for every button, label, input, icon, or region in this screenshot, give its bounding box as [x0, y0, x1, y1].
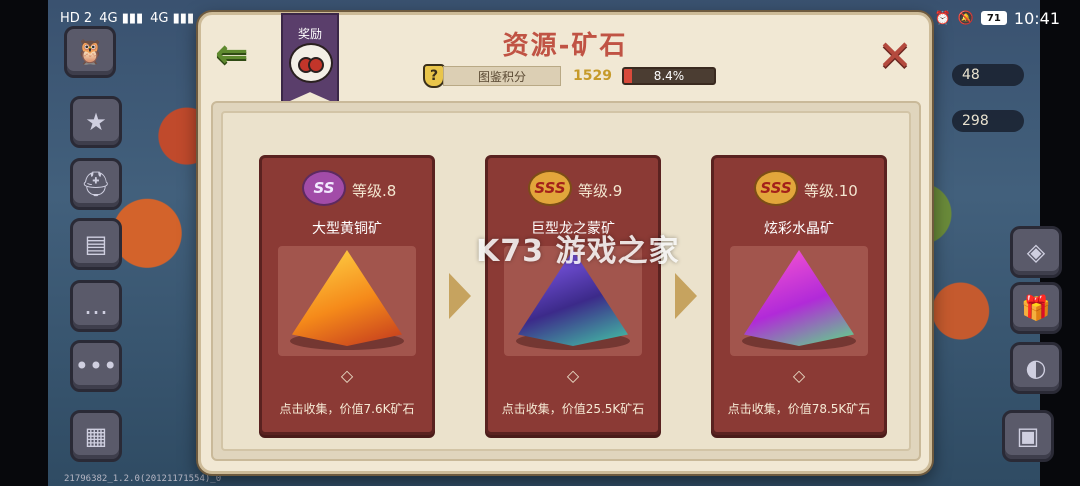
build-id: 21796382_1.2.0(20121171554)_0	[64, 474, 222, 484]
ore-level: 等级.8	[352, 182, 397, 200]
book-button[interactable]: ▤	[70, 218, 122, 270]
help-icon[interactable]: ?	[423, 64, 445, 88]
score-value: 1529	[573, 68, 612, 84]
ore-name: 大型黄铜矿	[312, 221, 382, 237]
helmet-button[interactable]: ⛑	[70, 158, 122, 210]
star-icon: ★	[85, 108, 107, 136]
watermark: K73 游戏之家	[476, 234, 680, 269]
owl-icon: 🦉	[75, 38, 105, 66]
left-letterbox	[0, 0, 48, 486]
ore-card-1[interactable]: SS 等级.8 大型黄铜矿 ◇ 点击收集，价值7.6K矿石	[259, 155, 435, 435]
rune-button[interactable]: ◈	[1010, 226, 1062, 278]
dialog-title: 资源-矿石	[502, 31, 628, 61]
collect-icon: ◇	[340, 366, 354, 385]
signal-icon-2: 4G ▮▮▮	[150, 10, 195, 26]
mute-icon: 🔕	[957, 10, 974, 26]
ore-name: 炫彩水晶矿	[764, 221, 834, 237]
resource-counter-1: 48	[952, 64, 1024, 86]
resource-counter-2: 298	[952, 110, 1024, 132]
crystal-ore-icon	[744, 250, 854, 346]
ore-level: 等级.10	[804, 182, 858, 200]
collection-score-bar: ? 图鉴积分 1529 8.4%	[423, 64, 723, 88]
collect-icon: ◇	[566, 366, 580, 385]
rune-icon: ◈	[1026, 238, 1046, 266]
ore-level: 等级.9	[578, 182, 623, 200]
owl-menu-button[interactable]: 🦉	[64, 26, 116, 78]
chat-button[interactable]: …	[70, 280, 122, 332]
book-icon: ▤	[84, 230, 108, 258]
ore-art	[278, 246, 416, 356]
chest-button[interactable]: ▣	[1002, 410, 1054, 462]
star-button[interactable]: ★	[70, 96, 122, 148]
ore-description: 点击收集，价值7.6K矿石	[279, 402, 415, 416]
score-progress-bar: 8.4%	[621, 67, 716, 85]
alarm-icon: ⏰	[934, 10, 951, 26]
ore-description: 点击收集，价值25.5K矿石	[501, 402, 645, 416]
grade-badge: SSS	[754, 170, 798, 206]
hd-indicator: HD 2	[60, 10, 93, 26]
map-button[interactable]: ▦	[70, 410, 122, 462]
grade-badge: SSS	[528, 170, 572, 206]
collect-icon: ◇	[792, 366, 806, 385]
ore-art	[730, 246, 868, 356]
egg-button[interactable]: ◐	[1010, 342, 1062, 394]
score-label: 图鉴积分	[477, 69, 526, 84]
clock: 10:41	[1013, 8, 1060, 28]
more-button[interactable]: •••	[70, 340, 122, 392]
gift-icon: 🎁	[1021, 294, 1051, 322]
score-progress-text: 8.4%	[653, 69, 685, 83]
status-right: ◉ ⏰ 🔕 71 10:41	[916, 9, 1060, 28]
chat-icon: …	[84, 292, 108, 320]
gift-button[interactable]: 🎁	[1010, 282, 1062, 334]
chest-icon: ▣	[1016, 422, 1040, 450]
score-label-box: 图鉴积分	[443, 66, 561, 86]
helmet-icon: ⛑	[80, 170, 112, 198]
map-icon: ▦	[84, 422, 108, 450]
egg-icon: ◐	[1025, 354, 1047, 382]
signal-icon-1: 4G ▮▮▮	[99, 10, 144, 26]
ore-panel: SS 等级.8 大型黄铜矿 ◇ 点击收集，价值7.6K矿石 SSS 等级.9 巨…	[211, 101, 921, 461]
ore-card-2[interactable]: SSS 等级.9 巨型龙之蒙矿 ◇ 点击收集，价值25.5K矿石	[485, 155, 661, 435]
ore-card-3[interactable]: SSS 等级.10 炫彩水晶矿 ◇ 点击收集，价值78.5K矿石	[711, 155, 887, 435]
close-icon: ✕	[877, 31, 913, 80]
brass-ore-icon	[292, 250, 402, 346]
more-icon: •••	[74, 352, 118, 380]
close-button[interactable]: ✕	[875, 35, 915, 77]
grade-badge: SS	[302, 170, 346, 206]
battery-icon: 71	[980, 11, 1007, 25]
ore-description: 点击收集，价值78.5K矿石	[727, 402, 871, 416]
